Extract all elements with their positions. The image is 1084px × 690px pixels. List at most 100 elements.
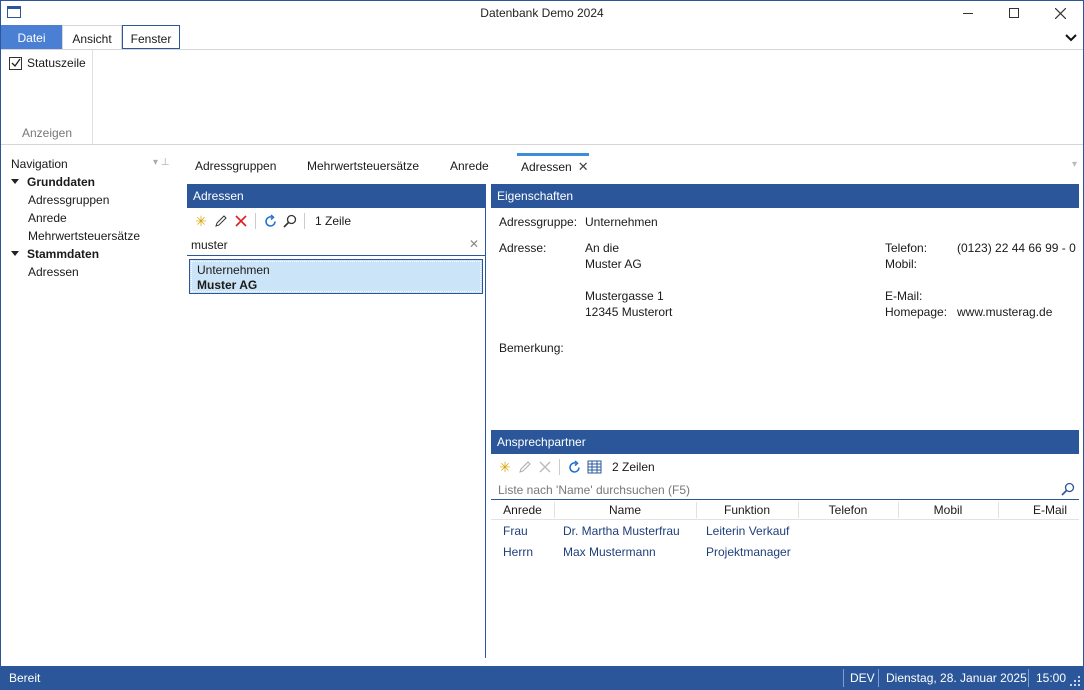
resize-grip-icon[interactable] <box>1070 676 1080 686</box>
checkmark-icon <box>11 58 21 68</box>
adresse-line1: An die <box>585 241 620 255</box>
table-header: Anrede Name Funktion Telefon Mobil E-Mai… <box>491 500 1079 520</box>
table-row[interactable]: Herrn Max Mustermann Projektmanager <box>491 541 1079 562</box>
close-icon <box>1054 7 1066 19</box>
adressen-toolbar: ✳ 1 Zeile <box>187 208 485 234</box>
list-item[interactable]: Unternehmen Muster AG <box>189 259 483 294</box>
pin-icon[interactable]: ▾ ⊥ <box>153 157 170 168</box>
ansprechpartner-panel: Ansprechpartner ✳ 2 Zeilen Liste nach 'N… <box>491 430 1079 658</box>
cell-funktion: Projektmanager <box>706 545 791 559</box>
new-icon[interactable]: ✳ <box>497 459 513 475</box>
search-placeholder: Liste nach 'Name' durchsuchen (F5) <box>498 483 691 497</box>
search-icon[interactable] <box>1061 482 1075 496</box>
ribbon-tab-fenster[interactable]: Fenster <box>122 25 180 49</box>
delete-icon[interactable] <box>537 459 553 475</box>
close-tab-icon[interactable]: ✕ <box>578 159 589 174</box>
maximize-button[interactable] <box>991 1 1037 25</box>
status-date: Dienstag, 28. Januar 2025 <box>886 671 1027 685</box>
column-funktion[interactable]: Funktion <box>696 503 798 517</box>
tab-list-icon[interactable]: ▾ <box>1072 159 1077 170</box>
nav-group-label: Stammdaten <box>27 247 100 261</box>
statuszeile-label: Statuszeile <box>27 56 86 70</box>
tab-adressgruppen[interactable]: Adressgruppen <box>195 153 276 181</box>
delete-icon[interactable] <box>233 213 249 229</box>
column-mobil[interactable]: Mobil <box>898 503 998 517</box>
ribbon-tab-ansicht[interactable]: Ansicht <box>62 25 122 49</box>
toolbar-divider <box>559 459 560 475</box>
new-icon[interactable]: ✳ <box>193 213 209 229</box>
window-title: Datenbank Demo 2024 <box>480 6 604 20</box>
toolbar-divider <box>255 213 256 229</box>
cell-name: Max Mustermann <box>563 545 656 559</box>
edit-icon[interactable] <box>213 213 229 229</box>
status-text: Bereit <box>9 671 41 685</box>
table-row[interactable]: Frau Dr. Martha Musterfrau Leiterin Verk… <box>491 520 1079 541</box>
ribbon-tabs: Datei Ansicht Fenster <box>1 25 1083 49</box>
mobil-label: Mobil: <box>885 257 918 271</box>
adressen-header: Adressen <box>187 184 485 208</box>
ribbon-tab-datei[interactable]: Datei <box>1 25 62 49</box>
minimize-button[interactable] <box>945 1 991 25</box>
adressgruppe-value: Unternehmen <box>585 215 658 229</box>
nav-item-adressgruppen[interactable]: Adressgruppen <box>28 193 109 207</box>
status-bar: Bereit DEV Dienstag, 28. Januar 2025 15:… <box>1 666 1083 690</box>
adressgruppe-label: Adressgruppe: <box>499 215 578 229</box>
edit-icon[interactable] <box>517 459 533 475</box>
refresh-icon[interactable] <box>566 459 582 475</box>
refresh-icon[interactable] <box>262 213 278 229</box>
row-count: 1 Zeile <box>315 214 352 228</box>
navigation-header: Navigation <box>11 157 68 171</box>
details-panel: Eigenschaften Adressgruppe: Unternehmen … <box>491 184 1079 658</box>
tab-anrede[interactable]: Anrede <box>450 153 489 181</box>
nav-item-mehrwertsteuersaetze[interactable]: Mehrwertsteuersätze <box>28 229 140 243</box>
status-time: 15:00 <box>1036 671 1067 685</box>
app-window: Datenbank Demo 2024 Datei Ansicht Fenste… <box>0 0 1084 690</box>
chevron-down-icon[interactable] <box>1065 31 1077 43</box>
minimize-icon <box>963 12 973 14</box>
ansprechpartner-search-input[interactable]: Liste nach 'Name' durchsuchen (F5) <box>491 480 1079 500</box>
statuszeile-checkbox[interactable]: Statuszeile <box>9 56 86 70</box>
result-group: Unternehmen <box>197 263 270 277</box>
homepage-label: Homepage: <box>885 305 948 319</box>
toolbar-divider <box>304 213 305 229</box>
status-divider <box>878 669 879 687</box>
ansprechpartner-toolbar: ✳ 2 Zeilen <box>491 454 1079 480</box>
tab-adressen[interactable]: Adressen ✕ <box>517 153 589 181</box>
clear-search-icon[interactable]: ✕ <box>469 237 479 251</box>
status-env: DEV <box>850 671 875 685</box>
status-divider <box>1028 669 1029 687</box>
ansprechpartner-header: Ansprechpartner <box>491 430 1079 454</box>
eigenschaften-content: Adressgruppe: Unternehmen Adresse: An di… <box>491 208 1079 454</box>
email-label: E-Mail: <box>885 289 923 303</box>
nav-group-grunddaten[interactable]: Grunddaten <box>11 175 95 189</box>
expand-icon[interactable] <box>11 179 19 184</box>
adresse-line4: 12345 Musterort <box>585 305 673 319</box>
checkbox-box[interactable] <box>9 56 22 70</box>
search-value: muster <box>191 238 228 252</box>
status-divider <box>843 669 844 687</box>
nav-item-adressen[interactable]: Adressen <box>28 265 79 279</box>
homepage-value[interactable]: www.musterag.de <box>957 305 1052 319</box>
cell-anrede: Frau <box>503 524 528 538</box>
tab-mehrwertsteuersaetze[interactable]: Mehrwertsteuersätze <box>307 153 419 181</box>
adresse-line3: Mustergasse 1 <box>585 289 664 303</box>
columns-icon[interactable] <box>586 459 602 475</box>
cell-anrede: Herrn <box>503 545 534 559</box>
column-anrede[interactable]: Anrede <box>491 503 554 517</box>
nav-item-anrede[interactable]: Anrede <box>28 211 67 225</box>
close-button[interactable] <box>1037 1 1083 25</box>
nav-group-stammdaten[interactable]: Stammdaten <box>11 247 99 261</box>
navigation-panel: Navigation ▾ ⊥ Grunddaten Adressgruppen … <box>1 153 183 661</box>
document-tabs: Adressgruppen Mehrwertsteuersätze Anrede… <box>187 153 1079 181</box>
search-icon[interactable] <box>282 213 298 229</box>
adresse-label: Adresse: <box>499 241 547 255</box>
column-email[interactable]: E-Mail <box>998 503 1079 517</box>
ribbon: Statuszeile Anzeigen <box>1 49 1083 145</box>
column-name[interactable]: Name <box>554 503 696 517</box>
adressen-search-input[interactable]: muster ✕ <box>187 234 485 256</box>
row-count: 2 Zeilen <box>612 460 655 474</box>
column-telefon[interactable]: Telefon <box>798 503 898 517</box>
expand-icon[interactable] <box>11 251 19 256</box>
adresse-line2: Muster AG <box>585 257 642 271</box>
eigenschaften-header: Eigenschaften <box>491 184 1079 208</box>
